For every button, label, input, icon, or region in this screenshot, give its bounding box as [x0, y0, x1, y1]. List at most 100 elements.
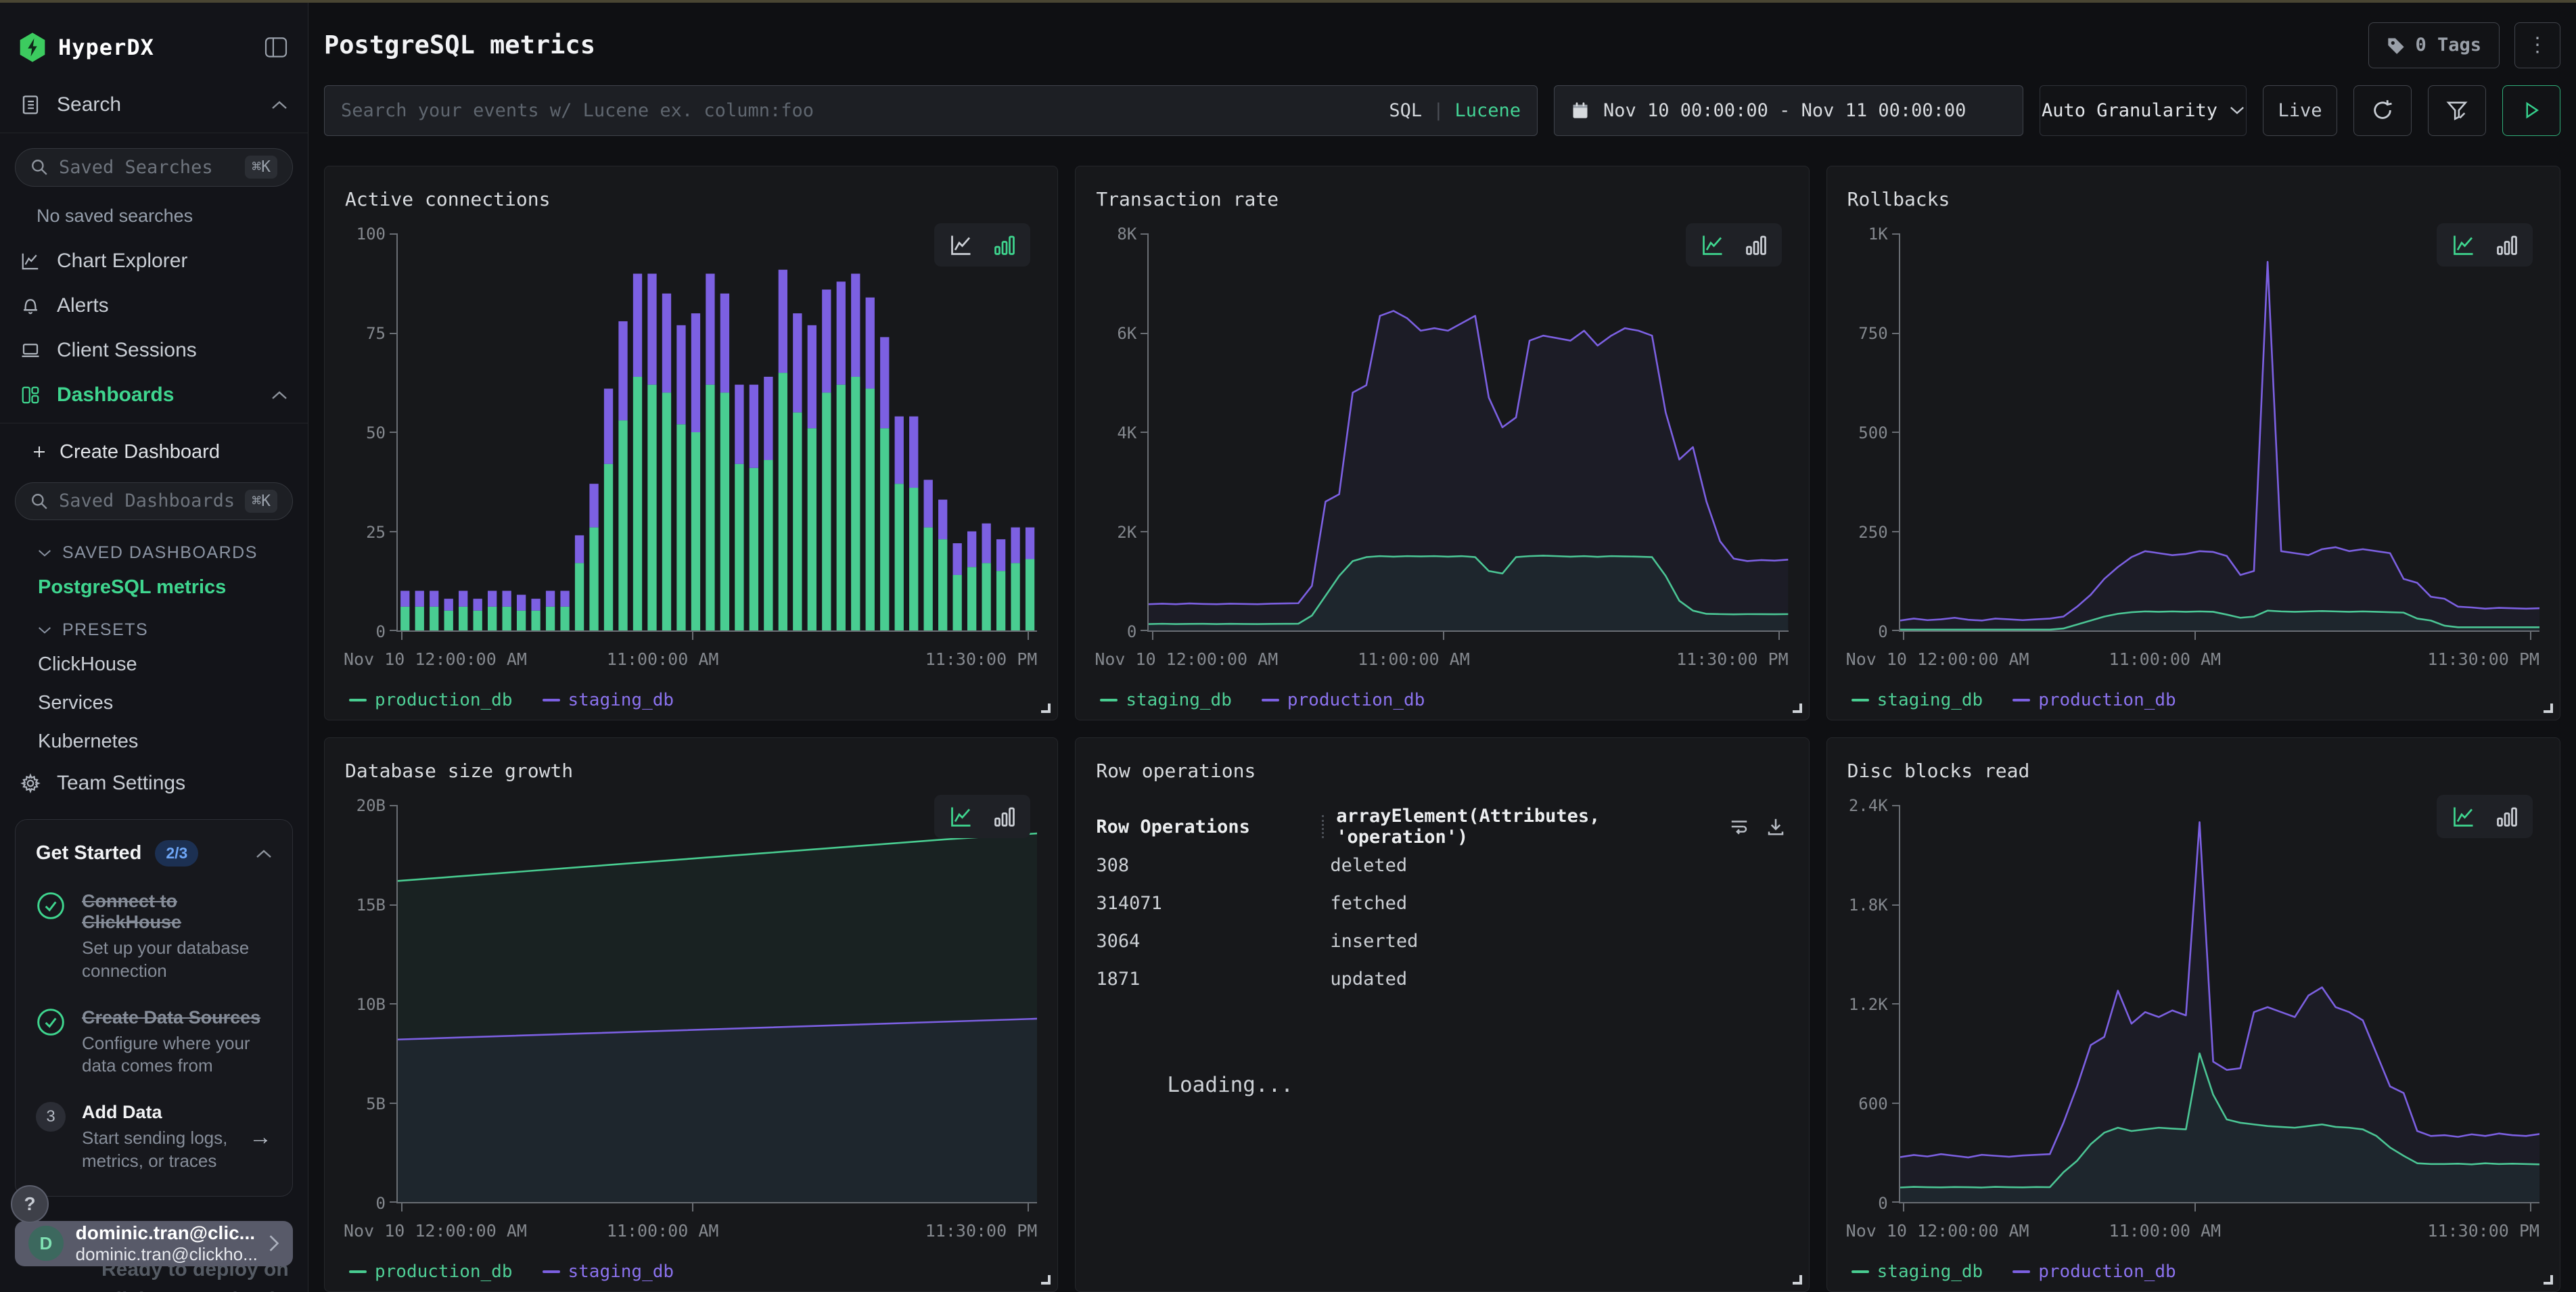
- run-query-button[interactable]: [2502, 85, 2560, 136]
- brand-name: HyperDX: [58, 34, 154, 60]
- x-tick-label: 11:30:00 PM: [2427, 1221, 2539, 1241]
- bar-chart-toggle-icon[interactable]: [2495, 233, 2519, 257]
- section-saved-dashboards[interactable]: SAVED DASHBOARDS: [0, 530, 308, 568]
- panel-resize-handle[interactable]: [1041, 1275, 1051, 1285]
- chart-type-toggle: [2437, 223, 2533, 267]
- sidebar-item-client-sessions[interactable]: Client Sessions: [0, 328, 308, 373]
- panel-resize-handle[interactable]: [1041, 703, 1051, 713]
- panel-resize-handle[interactable]: [1793, 703, 1802, 713]
- user-name: dominic.tran@clic...: [76, 1222, 256, 1244]
- x-tick-label: Nov 10 12:00:00 AM: [344, 1221, 527, 1241]
- shortcut-badge: ⌘K: [245, 156, 277, 179]
- line-chart-toggle-icon[interactable]: [1699, 233, 1726, 257]
- x-tick-label: 11:00:00 AM: [2109, 1221, 2222, 1241]
- legend: production_db staging_db: [349, 690, 674, 710]
- live-button[interactable]: Live: [2263, 85, 2337, 136]
- line-chart-toggle-icon[interactable]: [2450, 804, 2477, 829]
- plot-area: [1899, 234, 2539, 632]
- y-tick-label: 0: [1878, 1194, 1887, 1213]
- plus-icon: [31, 444, 47, 460]
- preset-kubernetes[interactable]: Kubernetes: [0, 722, 308, 761]
- legend-item[interactable]: staging_db: [1852, 690, 1983, 710]
- legend-item[interactable]: staging_db: [1100, 690, 1232, 710]
- granularity-select[interactable]: Auto Granularity: [2040, 85, 2247, 136]
- panel-title: Database size growth: [345, 760, 573, 782]
- bar-chart-toggle-icon[interactable]: [2495, 804, 2519, 829]
- preset-services[interactable]: Services: [0, 684, 308, 722]
- time-range-picker[interactable]: Nov 10 00:00:00 - Nov 11 00:00:00: [1554, 85, 2023, 136]
- chevron-down-icon: [38, 626, 51, 635]
- sidebar-item-chart-explorer[interactable]: Chart Explorer: [0, 239, 308, 283]
- legend-item[interactable]: production_db: [2013, 1262, 2176, 1282]
- x-tick-label: Nov 10 12:00:00 AM: [1095, 649, 1278, 669]
- table-row: 314071fetched: [1096, 884, 1785, 922]
- filter-button[interactable]: [2428, 85, 2486, 136]
- line-chart-toggle-icon[interactable]: [948, 804, 975, 829]
- sidebar-item-alerts[interactable]: Alerts: [0, 283, 308, 328]
- chevron-up-icon: [271, 390, 288, 400]
- legend-item[interactable]: production_db: [349, 1262, 513, 1282]
- line-chart-toggle-icon[interactable]: [948, 233, 975, 257]
- chevron-up-icon[interactable]: [256, 849, 272, 858]
- hyperdx-logo-icon: [19, 32, 46, 62]
- check-circle-icon: [36, 891, 66, 983]
- y-tick-label: 100: [356, 225, 386, 244]
- saved-searches-input[interactable]: [59, 157, 234, 178]
- preset-clickhouse[interactable]: ClickHouse: [0, 645, 308, 684]
- bar-chart-toggle-icon[interactable]: [1744, 233, 1768, 257]
- sidebar-item-label: Chart Explorer: [57, 250, 187, 273]
- help-button[interactable]: ?: [11, 1185, 49, 1223]
- get-started-step-3[interactable]: 3 Add Data Start sending logs, metrics, …: [36, 1102, 272, 1173]
- get-started-step-2[interactable]: Create Data Sources Configure where your…: [36, 1007, 272, 1078]
- wrap-text-icon[interactable]: [1729, 816, 1749, 837]
- bar-chart-toggle-icon[interactable]: [992, 233, 1017, 257]
- download-icon[interactable]: [1766, 816, 1786, 837]
- chevron-down-icon: [2230, 106, 2245, 115]
- panel-title: Active connections: [345, 188, 550, 210]
- granularity-value: Auto Granularity: [2042, 100, 2217, 121]
- event-search-input[interactable]: [341, 100, 1375, 121]
- dashboards-grid-icon: [20, 385, 41, 405]
- x-tick-label: 11:30:00 PM: [925, 649, 1038, 669]
- legend-item[interactable]: staging_db: [1852, 1262, 1983, 1282]
- section-presets[interactable]: PRESETS: [0, 607, 308, 645]
- event-search-box[interactable]: SQL | Lucene: [324, 85, 1538, 136]
- lucene-mode-toggle[interactable]: Lucene: [1454, 100, 1521, 121]
- x-tick-label: 11:00:00 AM: [2109, 649, 2222, 669]
- legend: staging_db production_db: [1852, 1262, 2176, 1282]
- legend-item[interactable]: production_db: [1262, 690, 1425, 710]
- saved-dashboards-input[interactable]: [59, 490, 234, 511]
- legend-item[interactable]: staging_db: [543, 690, 674, 710]
- legend-item[interactable]: staging_db: [543, 1262, 674, 1282]
- section-label: SAVED DASHBOARDS: [62, 543, 258, 563]
- y-tick-label: 250: [1858, 523, 1887, 542]
- bar-chart-toggle-icon[interactable]: [992, 804, 1017, 829]
- step-desc: Configure where your data comes from: [82, 1032, 272, 1078]
- user-menu[interactable]: D dominic.tran@clic... dominic.tran@clic…: [15, 1221, 293, 1266]
- refresh-button[interactable]: [2353, 85, 2412, 136]
- legend-item[interactable]: production_db: [349, 690, 513, 710]
- saved-searches-search[interactable]: ⌘K: [15, 148, 293, 187]
- sidebar-item-dashboards[interactable]: Dashboards: [0, 373, 308, 417]
- get-started-step-1[interactable]: Connect to ClickHouse Set up your databa…: [36, 891, 272, 983]
- panel-resize-handle[interactable]: [2544, 1275, 2553, 1285]
- create-dashboard-button[interactable]: Create Dashboard: [0, 429, 308, 473]
- line-chart-toggle-icon[interactable]: [2450, 233, 2477, 257]
- saved-dashboard-postgresql-metrics[interactable]: PostgreSQL metrics: [0, 568, 308, 607]
- legend-item[interactable]: production_db: [2013, 690, 2176, 710]
- sql-mode-toggle[interactable]: SQL: [1389, 100, 1422, 121]
- filter-edit-icon: [2445, 99, 2468, 122]
- y-tick-label: 1K: [1868, 225, 1888, 244]
- y-tick-label: 0: [376, 622, 386, 641]
- sidebar-collapse-icon[interactable]: [264, 37, 288, 57]
- dashboard-menu-button[interactable]: ⋮: [2514, 22, 2560, 68]
- y-tick-label: 75: [366, 324, 386, 343]
- play-icon: [2521, 100, 2542, 120]
- saved-dashboards-search[interactable]: ⌘K: [15, 482, 293, 521]
- search-icon: [30, 492, 48, 510]
- panel-resize-handle[interactable]: [1793, 1275, 1802, 1285]
- tags-button[interactable]: 0 Tags: [2368, 22, 2500, 68]
- sidebar-item-team-settings[interactable]: Team Settings: [0, 761, 308, 806]
- sidebar-item-search[interactable]: Search: [0, 83, 308, 127]
- panel-resize-handle[interactable]: [2544, 703, 2553, 713]
